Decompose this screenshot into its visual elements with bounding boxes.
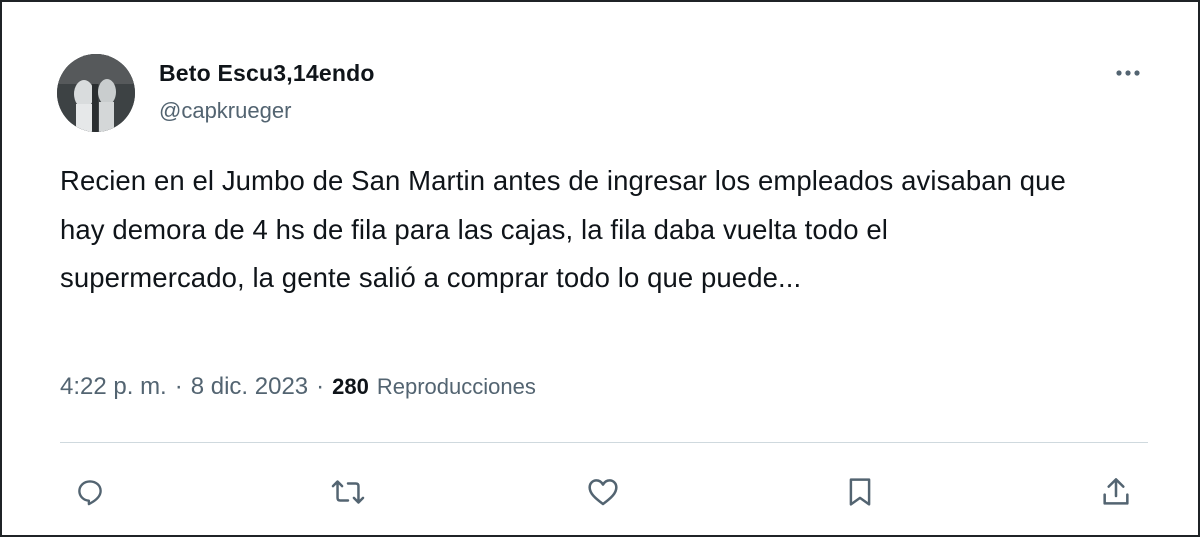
tweet-date[interactable]: 8 dic. 2023 xyxy=(191,373,308,401)
more-horizontal-icon xyxy=(1116,70,1140,76)
share-button[interactable] xyxy=(1094,470,1138,514)
more-options-button[interactable] xyxy=(1108,58,1148,88)
views-count[interactable]: 280 xyxy=(332,374,369,400)
retweet-button[interactable] xyxy=(326,470,370,514)
user-handle[interactable]: @capkrueger xyxy=(159,98,291,124)
reply-button[interactable] xyxy=(68,470,112,514)
divider xyxy=(60,442,1148,443)
avatar[interactable] xyxy=(57,54,135,132)
meta-separator: · xyxy=(174,373,183,400)
share-icon xyxy=(1103,478,1129,505)
display-name[interactable]: Beto Escu3,14endo xyxy=(159,60,375,87)
tweet-meta: 4:22 p. m. · 8 dic. 2023 · 280 Reproducc… xyxy=(60,373,536,401)
views-label[interactable]: Reproducciones xyxy=(377,374,536,400)
meta-separator: · xyxy=(316,373,325,400)
tweet-card: Beto Escu3,14endo @capkrueger Recien en … xyxy=(0,0,1200,537)
reply-icon xyxy=(78,480,102,506)
tweet-time[interactable]: 4:22 p. m. xyxy=(60,373,167,401)
heart-icon xyxy=(588,479,618,506)
bookmark-button[interactable] xyxy=(838,470,882,514)
like-button[interactable] xyxy=(581,470,625,514)
bookmark-icon xyxy=(849,478,871,506)
avatar-image xyxy=(57,54,135,132)
tweet-text: Recien en el Jumbo de San Martin antes d… xyxy=(60,165,1066,293)
retweet-icon xyxy=(331,480,365,504)
